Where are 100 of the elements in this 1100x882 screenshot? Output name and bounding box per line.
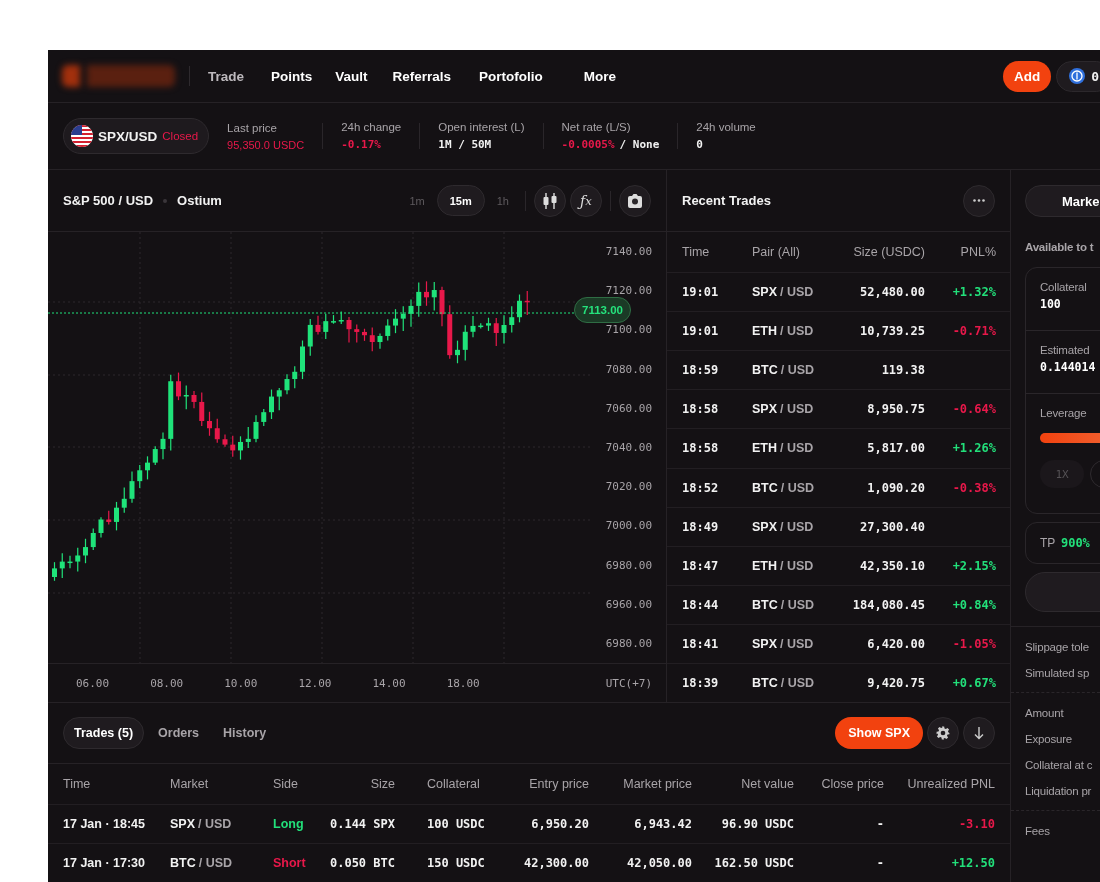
column-header: Entry price xyxy=(529,777,589,791)
price-label: 7080.00 xyxy=(605,362,652,376)
pair-base: SPX xyxy=(752,519,777,534)
pair-quote: / USD xyxy=(780,324,814,339)
column-header: Size (USDC) xyxy=(853,245,925,259)
order-type-tab[interactable]: Marke xyxy=(1025,185,1100,217)
trade-size: 52,480.00 xyxy=(859,285,925,300)
panel-title: Recent Trades xyxy=(682,193,771,208)
pair-quote: / USD xyxy=(198,817,232,831)
trade-time: 18:52 xyxy=(682,480,720,495)
trade-size: 10,739.25 xyxy=(859,324,925,339)
table-cell: 0.144 SPX xyxy=(329,817,395,831)
timeframe-tab[interactable]: 15m xyxy=(436,185,485,216)
nav-link[interactable]: Trade xyxy=(208,68,265,84)
positions-tab[interactable]: History xyxy=(213,717,277,749)
download-button[interactable] xyxy=(963,717,995,749)
camera-icon xyxy=(627,193,643,208)
estimated-label: Estimated xyxy=(1040,344,1091,356)
nav-link[interactable]: Vault xyxy=(335,68,388,84)
trade-size: 27,300.40 xyxy=(859,519,925,534)
detail-label: Collateral at c xyxy=(1025,759,1094,771)
stat-label: Net rate (L/S) xyxy=(561,121,632,133)
chart-type-button[interactable] xyxy=(534,184,566,217)
stat-value: 95,350.0 USDC xyxy=(227,138,305,151)
position-pnl: -3.10 xyxy=(958,817,995,831)
trade-pnl: -0.38% xyxy=(952,480,996,495)
price-label: 7020.00 xyxy=(605,480,652,494)
column-header: Time xyxy=(682,245,711,259)
take-profit-field[interactable]: TP 900% xyxy=(1025,522,1100,564)
nav-link[interactable]: Points xyxy=(271,68,333,84)
column-header[interactable]: Pair (All) xyxy=(752,245,840,259)
trade-size: 8,950.75 xyxy=(867,402,925,417)
column-header: Market xyxy=(170,777,210,791)
table-cell-text: 150 USDC xyxy=(426,856,486,870)
price-label: 6960.00 xyxy=(605,597,652,611)
trade-size: 6,420.00 xyxy=(867,636,925,651)
trade-size: 42,350.10 xyxy=(859,558,925,573)
stat-label: 24h volume xyxy=(696,121,756,133)
table-cell: - xyxy=(876,817,884,831)
market-status: Closed xyxy=(162,130,199,142)
trade-pnl: -0.64% xyxy=(952,402,996,417)
add-button[interactable]: Add xyxy=(1002,60,1052,92)
pair-name: SPX/USD xyxy=(98,128,158,144)
position-side: Long xyxy=(273,817,305,831)
collateral-input[interactable]: 100 xyxy=(1040,297,1100,311)
pair-quote: / USD xyxy=(780,402,814,417)
stat-label: Open interest (L) xyxy=(438,121,525,133)
pair-quote: / USD xyxy=(780,597,815,612)
price-label: 7000.00 xyxy=(605,519,652,533)
nav-link[interactable]: Referrals xyxy=(392,68,472,84)
trade-size: 1,090.20 xyxy=(867,480,925,495)
table-cell: 6,943.42 xyxy=(634,817,692,831)
more-button[interactable] xyxy=(963,184,995,217)
logo-icon[interactable] xyxy=(62,65,175,87)
pair-base: ETH xyxy=(752,441,777,456)
pair-base: BTC xyxy=(752,676,778,691)
positions-tab[interactable]: Orders xyxy=(148,717,210,749)
pair-base: ETH xyxy=(752,558,777,573)
trade-pnl: +0.84% xyxy=(952,597,996,612)
pair-base: SPX xyxy=(752,402,777,417)
position-time: 17 Jan · 17:30 xyxy=(63,856,146,870)
time-label: 18.00 xyxy=(446,676,480,690)
pair-base: BTC xyxy=(752,480,778,495)
trade-pnl: -0.71% xyxy=(952,324,996,339)
table-cell: 162.50 USDC xyxy=(714,856,794,870)
table-cell-text: 100 USDC xyxy=(426,817,486,831)
settings-button[interactable] xyxy=(927,717,959,749)
wallet-chip[interactable]: 0 xyxy=(1056,60,1100,92)
screenshot-button[interactable] xyxy=(619,184,651,217)
pair-quote: / USD xyxy=(780,519,814,534)
settings-icon xyxy=(936,726,950,740)
pair-base: SPX xyxy=(170,817,195,831)
detail-label: Slippage tole xyxy=(1025,641,1090,653)
table-cell: 96.90 USDC xyxy=(721,817,794,831)
pair-base: SPX xyxy=(752,285,777,300)
price-label: 6980.00 xyxy=(605,558,652,572)
nav-link[interactable]: More xyxy=(583,68,637,84)
table-cell: 42,050.00 xyxy=(626,856,692,870)
column-header: PNL% xyxy=(960,245,996,259)
price-label: 6980.00 xyxy=(605,636,652,650)
trade-size: 119.38 xyxy=(881,363,925,378)
column-header: Time xyxy=(63,777,92,791)
nav-link[interactable]: Portofolio xyxy=(479,68,563,84)
table-cell: 42,300.00 xyxy=(523,856,589,870)
show-market-button[interactable]: Show SPX xyxy=(835,717,923,749)
wallet-balance: 0 xyxy=(1091,68,1099,84)
pair-base: BTC xyxy=(170,856,196,870)
price-label: 7140.00 xyxy=(605,245,652,258)
market-selector[interactable]: SPX/USD Closed xyxy=(63,118,210,154)
pair-quote: / USD xyxy=(780,636,814,651)
column-header: Unrealized PNL xyxy=(907,777,995,791)
column-header: Side xyxy=(273,777,300,791)
detail-label: Simulated sp xyxy=(1025,667,1091,679)
column-header: Market price xyxy=(623,777,692,791)
column-header: Net value xyxy=(741,777,794,791)
stat-value: 0 xyxy=(696,138,703,151)
time-label: 08.00 xyxy=(150,676,184,690)
pair-base: BTC xyxy=(752,363,778,378)
price-label: 7120.00 xyxy=(605,284,652,298)
positions-tab[interactable]: Trades (5) xyxy=(63,717,145,749)
